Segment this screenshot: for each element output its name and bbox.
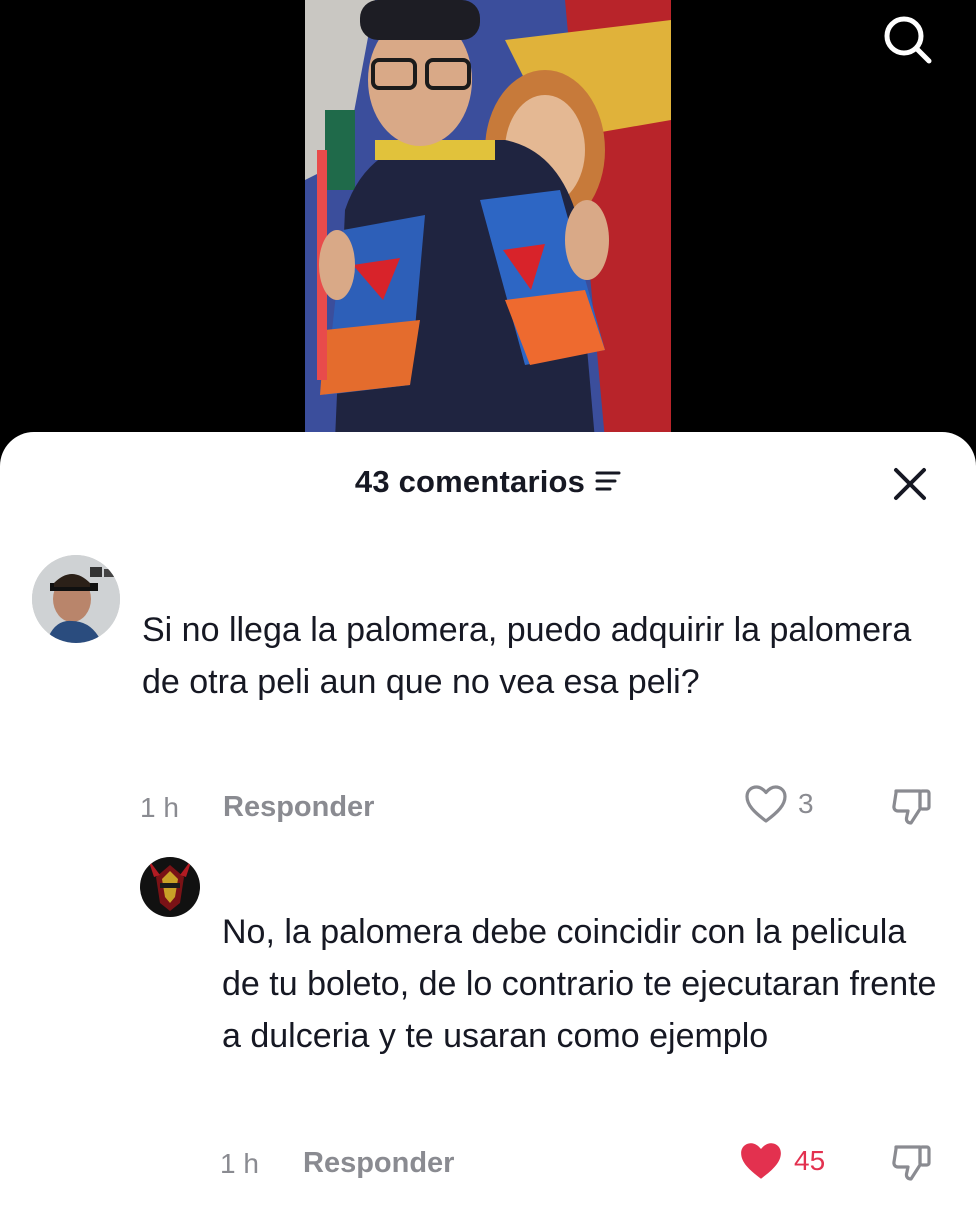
like-count: 45 [794,1145,826,1176]
avatar-image [32,555,120,643]
video-thumbnail-image [305,0,671,440]
reply-time: 1 h [220,1148,259,1179]
comments-sheet: 43 comentarios Si no llega la palomera, … [0,432,976,1232]
dislike-button[interactable] [890,1141,934,1188]
comment-text: Si no llega la palomera, puedo adquirir … [142,611,912,701]
heart-filled-icon [741,1143,781,1179]
filter-icon[interactable] [595,464,621,500]
video-player[interactable] [0,0,976,440]
like-count: 3 [798,788,814,819]
reply-button[interactable]: Responder [223,791,374,824]
comments-title[interactable]: 43 comentarios [0,464,976,500]
reply-actions: 1 h Responder 45 [0,1140,976,1186]
comments-count-label: 43 comentarios [354,464,586,499]
comment-time: 1 h [140,792,179,823]
close-icon [894,468,926,500]
heart-outline-icon [745,785,787,823]
avatar[interactable] [140,857,200,917]
comments-header: 43 comentarios [0,432,976,536]
avatar[interactable] [32,555,120,643]
like-button[interactable]: 3 [744,784,814,824]
dislike-button[interactable] [890,785,934,832]
dislike-icon [892,789,931,825]
search-icon [884,16,932,64]
video-frame[interactable] [305,0,671,440]
dislike-icon [892,1145,931,1181]
close-button[interactable] [886,460,934,508]
avatar-image [140,857,200,917]
like-button[interactable]: 45 [738,1140,825,1182]
reply-button[interactable]: Responder [303,1147,454,1180]
reply-text: No, la palomera debe coincidir con la pe… [222,913,937,1055]
search-button[interactable] [876,8,940,72]
comment-actions: 1 h Responder 3 [0,784,976,830]
